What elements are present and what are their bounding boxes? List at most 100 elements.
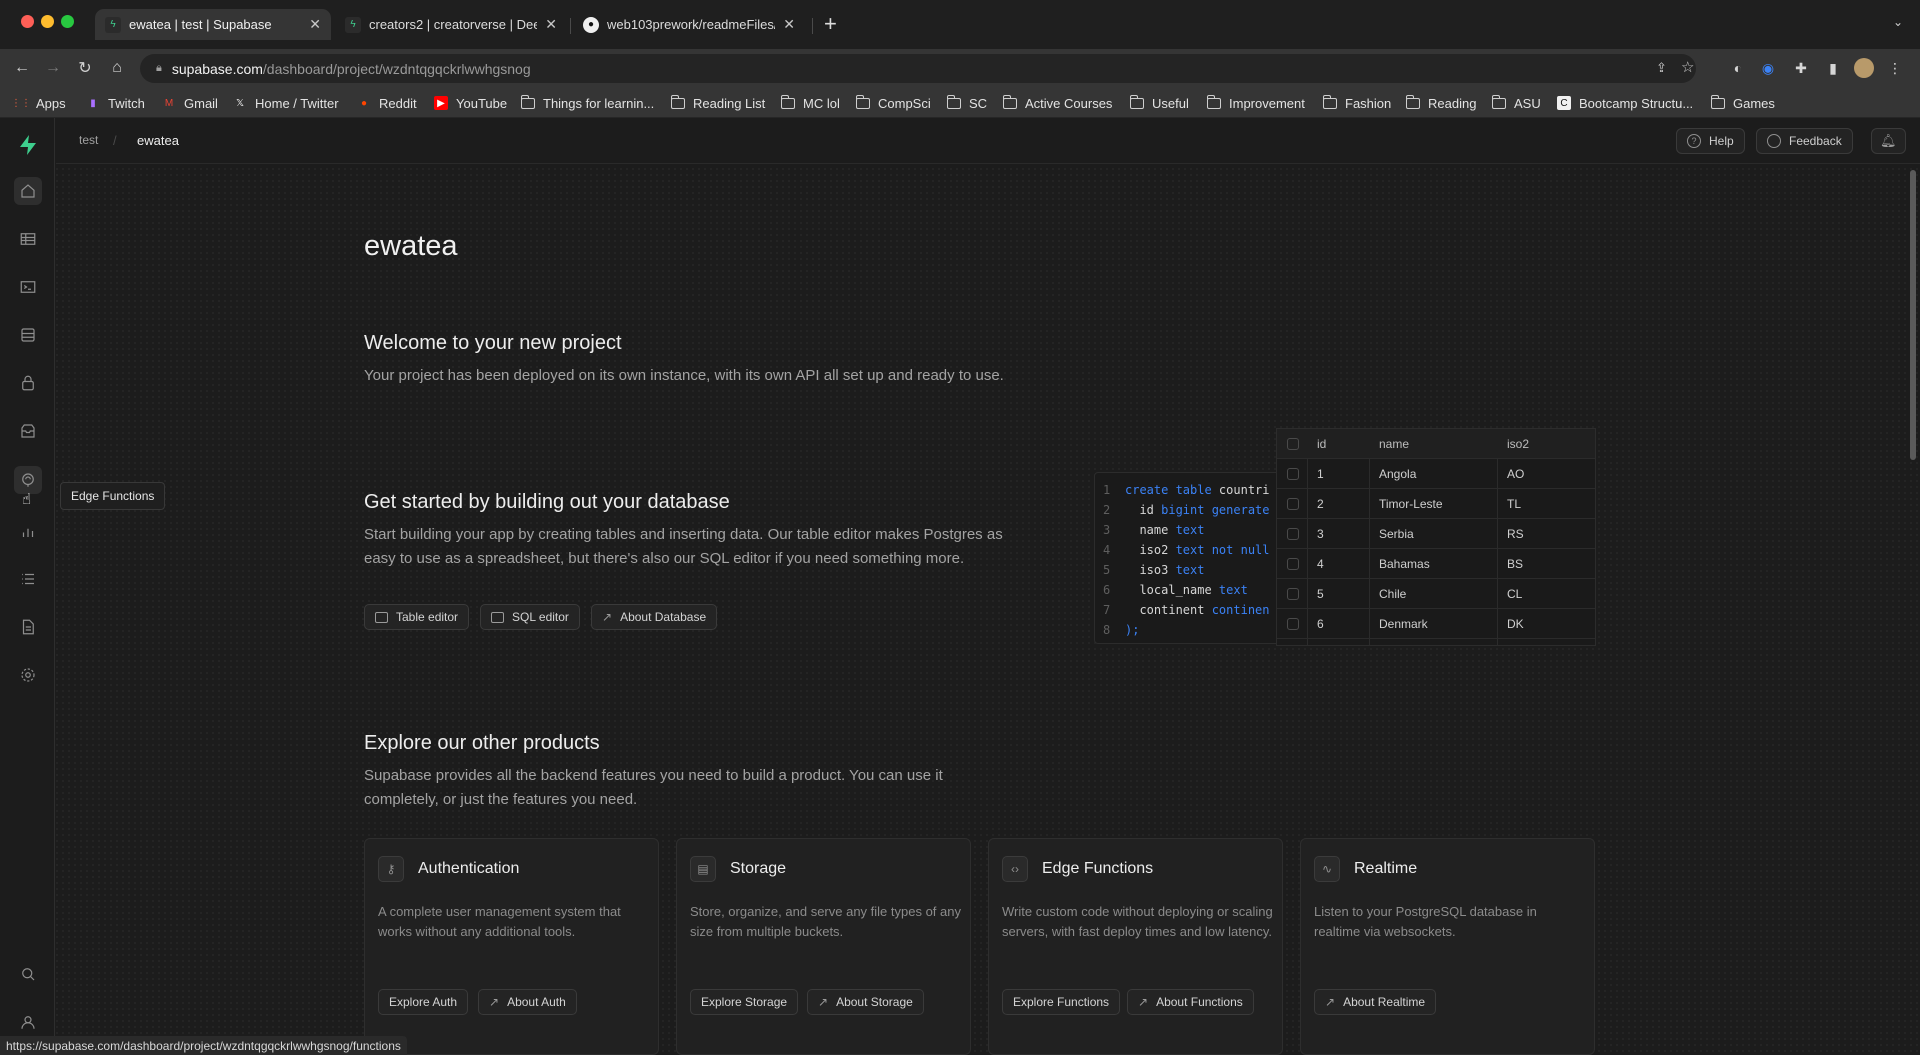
side-panel-icon[interactable]: ▮ xyxy=(1823,58,1843,78)
code-line: 8); xyxy=(1103,623,1139,643)
code-line: 3 name text xyxy=(1103,523,1204,543)
extension-1-icon[interactable]: ◐ xyxy=(1728,58,1748,78)
row-checkbox[interactable] xyxy=(1287,618,1299,630)
sidebar-item-account[interactable] xyxy=(14,1008,42,1036)
profile-avatar[interactable] xyxy=(1854,58,1874,78)
bookmark-14[interactable]: Improvement xyxy=(1206,93,1305,113)
bookmark-12[interactable]: Active Courses xyxy=(1002,93,1112,113)
about-storage-button[interactable]: ↗ About Storage xyxy=(807,989,924,1015)
explore-auth-button[interactable]: Explore Auth xyxy=(378,989,469,1015)
table-icon xyxy=(375,611,388,623)
home-icon[interactable]: ⌂ xyxy=(104,55,130,81)
bookmark-11[interactable]: SC xyxy=(946,93,987,113)
about-realtime-button[interactable]: ↗ About Realtime xyxy=(1314,989,1437,1015)
github-favicon-icon: ● xyxy=(583,16,599,33)
maximize-window-button[interactable] xyxy=(61,15,74,28)
browser-menu-icon[interactable]: ⋮ xyxy=(1885,58,1905,78)
extension-2-icon[interactable]: ◉ xyxy=(1758,58,1778,78)
extensions-puzzle-icon[interactable]: ✚ xyxy=(1791,58,1811,78)
bookmark-1[interactable]: ⋮⋮ Apps xyxy=(11,93,66,113)
bookmark-19[interactable]: Games xyxy=(1710,93,1775,113)
share-icon[interactable]: ⇪ xyxy=(1656,60,1667,76)
table-cell: Bahamas xyxy=(1379,557,1430,571)
table-row: 4 Bahamas BS xyxy=(1277,549,1595,579)
sidebar-item-authentication[interactable] xyxy=(14,369,42,397)
browser-tab-3[interactable]: ● web103prework/readmeFiles/g ✕ xyxy=(573,9,805,40)
forward-arrow-icon[interactable]: → xyxy=(40,55,66,81)
bookmark-16[interactable]: Reading xyxy=(1405,93,1476,113)
browser-tab-strip: ϟ ewatea | test | Supabase ✕ ϟ creators2… xyxy=(0,0,1920,49)
sidebar-item-logs[interactable] xyxy=(14,565,42,593)
bookmark-9[interactable]: MC lol xyxy=(780,93,840,113)
folder-icon xyxy=(520,94,535,110)
sidebar-item-search[interactable] xyxy=(14,960,42,988)
row-checkbox[interactable] xyxy=(1287,588,1299,600)
explore-storage-button[interactable]: Explore Storage xyxy=(690,989,799,1015)
database-icon xyxy=(21,328,35,342)
sidebar-item-settings[interactable] xyxy=(14,661,42,689)
sql-editor-button[interactable]: SQL editor xyxy=(480,604,580,630)
tab-search-chevron-icon[interactable]: ⌄ xyxy=(1893,15,1903,29)
address-bar[interactable]: 🔒︎ supabase.com/dashboard/project/wzdntq… xyxy=(140,54,1696,83)
supabase-logo-icon[interactable] xyxy=(14,131,42,159)
notifications-button[interactable]: 🔔︎ xyxy=(1871,128,1906,154)
reload-icon[interactable]: ↻ xyxy=(72,55,98,81)
about-database-button[interactable]: ↗ About Database xyxy=(591,604,718,630)
terminal-icon xyxy=(20,281,36,293)
about-functions-button[interactable]: ↗ About Functions xyxy=(1127,989,1254,1015)
row-checkbox[interactable] xyxy=(1287,558,1299,570)
close-tab-icon[interactable]: ✕ xyxy=(783,16,795,33)
bookmark-15[interactable]: Fashion xyxy=(1322,93,1391,113)
close-window-button[interactable] xyxy=(21,15,34,28)
bookmark-3[interactable]: M Gmail xyxy=(162,93,218,113)
minimize-window-button[interactable] xyxy=(41,15,54,28)
product-card-realtime: ∿ Realtime Listen to your PostgreSQL dat… xyxy=(1300,838,1595,1055)
bookmark-18[interactable]: C Bootcamp Structu... xyxy=(1557,93,1693,113)
sidebar-item-database[interactable] xyxy=(14,321,42,349)
help-button[interactable]: ? Help xyxy=(1676,128,1745,154)
bookmark-7[interactable]: Things for learnin... xyxy=(520,93,654,113)
button-label: Explore Auth xyxy=(389,995,458,1009)
bookmark-2[interactable]: ▮ Twitch xyxy=(86,93,145,113)
row-checkbox[interactable] xyxy=(1287,528,1299,540)
bookmark-17[interactable]: ASU xyxy=(1491,93,1541,113)
row-checkbox[interactable] xyxy=(1287,498,1299,510)
row-checkbox[interactable] xyxy=(1287,468,1299,480)
bookmark-8[interactable]: Reading List xyxy=(670,93,765,113)
code-line: 7 continent continen xyxy=(1103,603,1270,623)
sidebar-item-reports[interactable] xyxy=(14,517,42,545)
bookmark-star-icon[interactable]: ☆ xyxy=(1681,58,1694,76)
close-tab-icon[interactable]: ✕ xyxy=(309,16,321,33)
back-arrow-icon[interactable]: ← xyxy=(9,55,35,81)
bookmark-13[interactable]: Useful xyxy=(1129,93,1189,113)
breadcrumb-org[interactable]: test xyxy=(79,133,98,147)
code-token: text xyxy=(1218,583,1248,597)
youtube-icon: ▶ xyxy=(434,96,448,110)
scrollbar-thumb[interactable] xyxy=(1910,170,1916,460)
new-tab-button[interactable]: + xyxy=(824,11,837,37)
line-number: 2 xyxy=(1103,503,1111,517)
page-title: ewatea xyxy=(364,230,458,262)
user-icon xyxy=(21,1016,35,1029)
browser-tab-2[interactable]: ϟ creators2 | creatorverse | DeeJ ✕ xyxy=(335,9,567,40)
bookmark-10[interactable]: CompSci xyxy=(855,93,931,113)
table-cell: DK xyxy=(1507,617,1524,631)
bookmark-5[interactable]: ● Reddit xyxy=(357,93,417,113)
feedback-button[interactable]: Feedback xyxy=(1756,128,1853,154)
about-auth-button[interactable]: ↗ About Auth xyxy=(478,989,577,1015)
sidebar-item-sql-editor[interactable] xyxy=(14,273,42,301)
folder-icon xyxy=(1405,94,1420,110)
sidebar-item-table-editor[interactable] xyxy=(14,225,42,253)
explore-functions-button[interactable]: Explore Functions xyxy=(1002,989,1121,1015)
browser-tab-1[interactable]: ϟ ewatea | test | Supabase ✕ xyxy=(95,9,331,40)
bookmark-6[interactable]: ▶ YouTube xyxy=(434,93,507,113)
bookmark-label: Games xyxy=(1733,95,1775,111)
sidebar-item-api-docs[interactable] xyxy=(14,613,42,641)
select-all-checkbox[interactable] xyxy=(1287,438,1299,450)
sidebar-item-home[interactable] xyxy=(14,177,42,205)
sidebar-item-storage[interactable] xyxy=(14,417,42,445)
bookmark-4[interactable]: 𝕏 Home / Twitter xyxy=(233,93,339,113)
close-tab-icon[interactable]: ✕ xyxy=(545,16,557,33)
table-editor-button[interactable]: Table editor xyxy=(364,604,470,630)
breadcrumb-project[interactable]: ewatea xyxy=(137,133,179,148)
